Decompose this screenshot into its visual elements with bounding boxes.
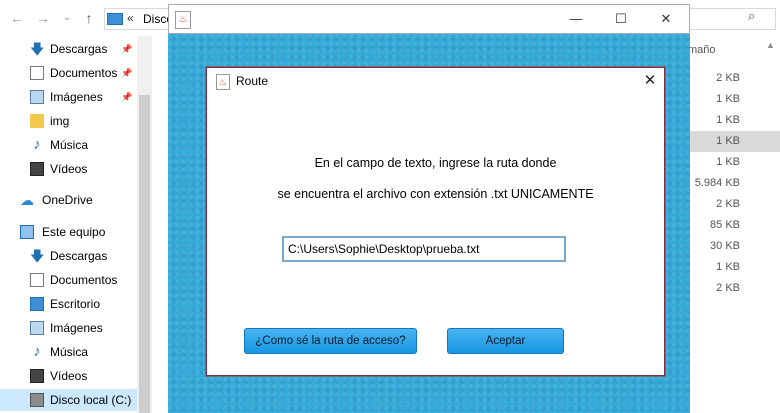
size-cell: 1 KB bbox=[716, 261, 740, 273]
path-input[interactable] bbox=[282, 236, 566, 262]
route-dialog: ♨ Route ✕ En el campo de texto, ingrese … bbox=[205, 66, 666, 377]
sidebar-item-label: Descargas bbox=[50, 249, 108, 263]
sidebar-item[interactable]: Imágenes 📌 bbox=[0, 86, 137, 108]
sidebar-item-label: Documentos bbox=[50, 273, 118, 287]
sidebar-item[interactable]: Documentos 📌 bbox=[0, 62, 137, 84]
images-icon bbox=[30, 321, 44, 335]
document-icon bbox=[30, 66, 44, 80]
size-cell: 2 KB bbox=[716, 198, 740, 210]
navigation-scrollbar-thumb[interactable] bbox=[139, 95, 150, 413]
document-icon bbox=[30, 273, 44, 287]
accept-button[interactable]: Aceptar bbox=[447, 328, 564, 354]
sidebar-item[interactable]: img bbox=[0, 110, 137, 132]
size-cell: 1 KB bbox=[688, 131, 780, 152]
size-cell: 2 KB bbox=[716, 282, 740, 294]
sidebar-item-label: Disco local (C:) bbox=[50, 393, 132, 407]
sidebar-item[interactable]: Disco local (C:) bbox=[0, 389, 137, 411]
sidebar-item-label: Música bbox=[50, 345, 89, 359]
size-cell: 1 KB bbox=[716, 156, 740, 168]
size-column: 2 KB 1 KB 1 KB 1 KB 1 KB 5.984 KB 2 KB 85 KB 30 … bbox=[688, 68, 780, 299]
back-arrow-icon[interactable]: ← bbox=[8, 9, 26, 27]
sidebar-item[interactable]: ♪ Música bbox=[0, 341, 137, 363]
sidebar-item-label: Imágenes bbox=[50, 321, 103, 335]
recent-dropdown-icon[interactable]: ⌄ bbox=[58, 9, 76, 27]
size-cell: 2 KB bbox=[716, 72, 740, 84]
dialog-close-button[interactable]: ✕ bbox=[636, 69, 664, 93]
desktop-icon bbox=[30, 297, 44, 311]
minimize-button[interactable]: — bbox=[553, 5, 599, 34]
size-cell: 1 KB bbox=[716, 93, 740, 105]
sidebar-item-label: img bbox=[50, 114, 70, 128]
download-icon: 🡇 bbox=[30, 248, 45, 264]
size-cell: 85 KB bbox=[710, 219, 740, 231]
sidebar-item[interactable]: 🡇 Descargas 📌 bbox=[0, 38, 137, 60]
dialog-title: Route bbox=[236, 74, 269, 88]
download-icon: 🡇 bbox=[30, 41, 45, 57]
forward-arrow-icon[interactable]: → bbox=[34, 9, 52, 27]
scroll-up-icon[interactable]: ▲ bbox=[766, 40, 775, 50]
size-cell: 30 KB bbox=[710, 240, 740, 252]
close-button[interactable]: ✕ bbox=[643, 5, 689, 34]
sidebar-item-label: Imágenes bbox=[50, 90, 103, 104]
disk-icon bbox=[30, 393, 44, 407]
size-column-header[interactable]: maño bbox=[688, 44, 716, 56]
main-window-titlebar[interactable]: ♨ — ☐ ✕ bbox=[168, 4, 690, 34]
sidebar-item[interactable]: ♪ Música bbox=[0, 134, 137, 156]
music-icon: ♪ bbox=[33, 136, 41, 153]
video-icon bbox=[30, 162, 44, 176]
sidebar-item[interactable]: 🡇 Descargas bbox=[0, 245, 137, 267]
size-cell: 1 KB bbox=[716, 114, 740, 126]
sidebar-item[interactable]: Documentos bbox=[0, 269, 137, 291]
address-chevron[interactable]: « bbox=[127, 11, 134, 25]
music-icon: ♪ bbox=[33, 343, 41, 360]
computer-icon bbox=[20, 225, 34, 239]
this-pc-icon bbox=[107, 13, 123, 25]
sidebar-item-label: OneDrive bbox=[42, 193, 93, 207]
navigation-pane: 🡇 Descargas 📌 Documentos 📌 Imágenes 📌 img ♪ Músic… bbox=[0, 36, 152, 413]
sidebar-item-label: Vídeos bbox=[50, 162, 88, 176]
java-app-icon: ♨ bbox=[175, 11, 191, 29]
instruction-line-1: En el campo de texto, ingrese la ruta do… bbox=[314, 156, 557, 170]
pin-icon: 📌 bbox=[121, 44, 133, 54]
images-icon bbox=[30, 90, 44, 104]
sidebar-item[interactable]: Este equipo bbox=[0, 221, 137, 243]
sidebar-item-label: Descargas bbox=[50, 42, 108, 56]
folder-icon bbox=[30, 114, 44, 128]
dialog-titlebar[interactable]: ♨ Route ✕ bbox=[206, 67, 665, 95]
sidebar-item-label: Escritorio bbox=[50, 297, 101, 311]
sidebar-item-label: Documentos bbox=[50, 66, 118, 80]
sidebar-item[interactable]: Vídeos bbox=[0, 158, 137, 180]
pin-icon: 📌 bbox=[121, 92, 133, 102]
search-icon[interactable]: ⌕ bbox=[748, 8, 755, 24]
instruction-line-2: se encuentra el archivo con extensión .t… bbox=[277, 187, 594, 201]
sidebar-item[interactable]: Imágenes bbox=[0, 317, 137, 339]
up-arrow-icon[interactable]: ↑ bbox=[80, 9, 98, 27]
maximize-button[interactable]: ☐ bbox=[598, 5, 644, 34]
pin-icon: 📌 bbox=[121, 68, 133, 78]
sidebar-item[interactable]: Vídeos bbox=[0, 365, 137, 387]
search-box[interactable] bbox=[688, 8, 776, 30]
sidebar-item-label: Este equipo bbox=[42, 225, 106, 239]
size-cell: 5.984 KB bbox=[694, 177, 740, 189]
sidebar-item-label: Música bbox=[50, 138, 89, 152]
java-app-icon: ♨ bbox=[216, 74, 230, 90]
sidebar-item-label: Vídeos bbox=[50, 369, 88, 383]
sidebar-item[interactable]: ☁ OneDrive bbox=[0, 189, 137, 211]
cloud-icon: ☁ bbox=[20, 192, 34, 208]
sidebar-item[interactable]: Escritorio bbox=[0, 293, 137, 315]
video-icon bbox=[30, 369, 44, 383]
dialog-body: En el campo de texto, ingrese la ruta do… bbox=[208, 95, 663, 374]
help-path-button[interactable]: ¿Como sé la ruta de acceso? bbox=[244, 328, 417, 354]
